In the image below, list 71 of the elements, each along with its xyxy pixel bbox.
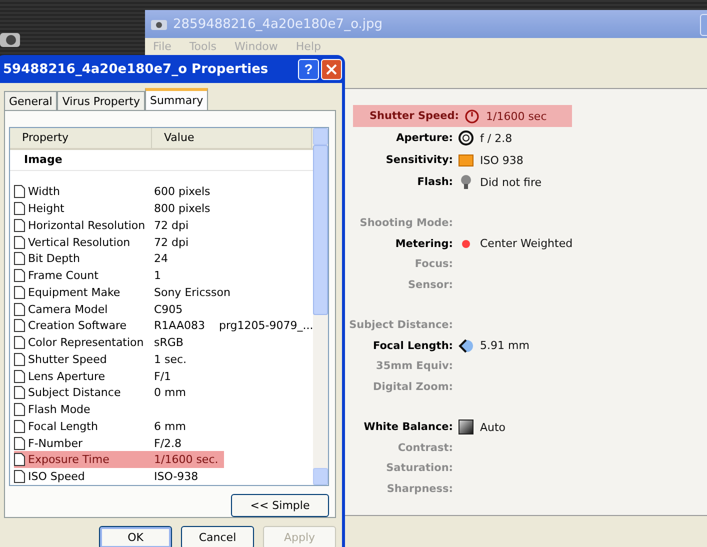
property-value: 72 dpi xyxy=(154,218,189,232)
property-value: 800 pixels xyxy=(154,202,210,216)
field-value: 1/1600 sec xyxy=(486,110,547,122)
property-value: F/2.8 xyxy=(154,436,182,450)
field-value: ISO 938 xyxy=(480,154,524,166)
property-value: 1/1600 sec. xyxy=(154,453,218,466)
tab[interactable]: Summary xyxy=(144,88,208,110)
property-value: Sony Ericsson xyxy=(154,286,230,299)
dialog-title: 59488216_4a20e180e7_o Properties xyxy=(3,62,268,76)
property-name: Frame Count xyxy=(28,269,100,282)
property-name: Focal Length xyxy=(28,420,99,433)
field-label: Digital Zoom: xyxy=(372,380,453,393)
field-label: Aperture: xyxy=(395,132,453,144)
field-label: Metering: xyxy=(394,238,453,250)
property-value: 0 mm xyxy=(154,386,186,400)
property-name: Height xyxy=(28,202,66,216)
property-name: Camera Model xyxy=(28,302,109,316)
window-title: 2859488216_4a20e180e7_o.jpg xyxy=(173,16,383,32)
property-value: 72 dpi xyxy=(154,236,189,249)
property-value: 24 xyxy=(154,252,168,266)
property-name: Subject Distance xyxy=(28,386,122,400)
field-label: Focus: xyxy=(414,258,453,270)
property-name: Equipment Make xyxy=(28,286,122,299)
property-value: ISO-938 xyxy=(154,470,198,484)
property-value: C905 xyxy=(154,302,183,316)
field-label: Shutter Speed: xyxy=(368,110,459,122)
property-name: Shutter Speed xyxy=(28,352,108,366)
field-label: Saturation: xyxy=(385,462,453,474)
field-label: Sensitivity: xyxy=(384,154,453,166)
column-header[interactable]: Value xyxy=(152,128,312,148)
field-label: White Balance: xyxy=(362,421,453,434)
field-value: f / 2.8 xyxy=(480,132,512,144)
property-name: Exposure Time xyxy=(28,453,110,466)
group-header: Image xyxy=(10,150,314,172)
property-value: 600 pixels xyxy=(154,185,210,198)
field-value: Auto xyxy=(480,420,506,434)
property-name: Creation Software xyxy=(28,319,128,332)
dialog-button[interactable]: Cancel xyxy=(181,526,254,547)
property-value: sRGB xyxy=(154,336,184,350)
field-value: Did not fire xyxy=(480,176,542,188)
property-name: Flash Mode xyxy=(28,403,92,416)
property-name: Lens Aperture xyxy=(28,370,106,383)
field-value: Center Weighted xyxy=(480,237,573,250)
property-name: Color Representation xyxy=(28,336,145,350)
field-label: Shooting Mode: xyxy=(358,217,453,230)
property-name: Horizontal Resolution xyxy=(28,218,146,232)
property-name: Bit Depth xyxy=(28,252,81,266)
property-name: ISO Speed xyxy=(28,470,86,484)
property-name: Width xyxy=(28,185,61,198)
field-label: Sharpness: xyxy=(386,482,453,495)
property-name: Vertical Resolution xyxy=(28,236,132,249)
property-name: F-Number xyxy=(28,436,84,450)
field-label: 35mm Equiv: xyxy=(375,360,453,372)
property-value: F/1 xyxy=(154,370,172,383)
property-value: R1AA083 prg1205-9079_... xyxy=(154,319,314,332)
help-button[interactable]: ? xyxy=(298,58,319,80)
column-header[interactable]: Property xyxy=(10,128,152,148)
field-label: Contrast: xyxy=(396,442,453,454)
field-value: 5.91 mm xyxy=(480,339,530,352)
dialog-button[interactable]: OK xyxy=(99,526,172,547)
tab[interactable]: Virus Property xyxy=(57,91,145,110)
field-label: Subject Distance: xyxy=(348,319,453,332)
tab[interactable]: General xyxy=(4,91,58,110)
simple-button[interactable]: << Simple xyxy=(231,494,329,517)
property-value: 1 sec. xyxy=(154,352,187,366)
property-value: 6 mm xyxy=(154,420,186,433)
property-value: 1 xyxy=(154,269,161,282)
field-label: Sensor: xyxy=(407,278,453,291)
field-label: Focal Length: xyxy=(372,340,453,352)
highlighted-row[interactable]: Exposure Time 1/1600 sec. xyxy=(14,451,224,468)
field-label: Flash: xyxy=(416,176,453,188)
